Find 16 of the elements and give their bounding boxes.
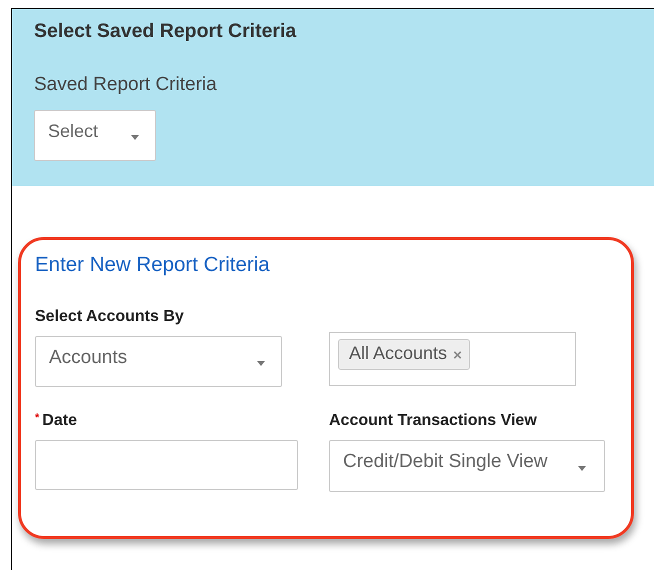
field-label: Account Transactions View <box>329 412 538 430</box>
caret-icon <box>257 361 265 366</box>
field-label: Saved Report Criteria <box>34 74 218 96</box>
caret-icon <box>578 466 586 470</box>
remove-button[interactable]: × <box>453 346 462 364</box>
saved-criteria-select[interactable]: Select <box>34 110 156 161</box>
section-heading: Enter New Report Criteria <box>35 253 271 277</box>
selected-tag: All Accounts × <box>338 339 470 370</box>
multi-select-field[interactable]: All Accounts × <box>329 332 576 386</box>
section-title: Select Saved Report Criteria <box>34 20 298 43</box>
caret-icon <box>131 135 139 140</box>
date-input[interactable] <box>35 440 298 490</box>
dropdown-select[interactable]: Accounts <box>35 336 282 387</box>
field-label: * Date <box>35 412 78 430</box>
field-label: Select Accounts By <box>35 308 185 326</box>
dropdown-select[interactable]: Credit/Debit Single View <box>329 440 605 492</box>
